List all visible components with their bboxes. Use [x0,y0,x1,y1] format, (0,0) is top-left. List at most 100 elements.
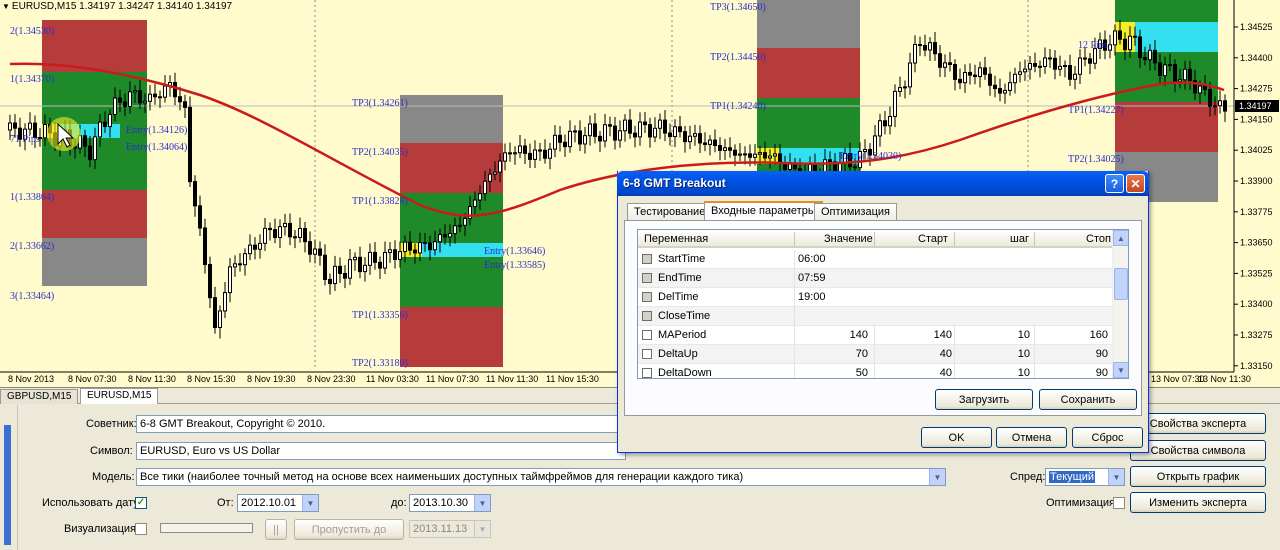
table-row[interactable]: DeltaUp 70 40 10 90 [638,345,1114,364]
col-stop[interactable]: Стоп [1086,233,1111,245]
row-stop[interactable]: 90 [1096,367,1108,378]
label-b1-71: 71 Pips [10,134,40,145]
table-row[interactable]: StartTime 06:00 [638,250,1114,269]
skip-date-field[interactable]: 2013.11.13 ▼ [409,520,491,538]
symbol-select[interactable]: EURUSD, Euro vs US Dollar [136,442,626,460]
optimization-checkbox[interactable] [1113,497,1125,509]
label-b2-tp1: TP1(1.33828) [352,196,408,207]
price-tick-label: 1.34525 [1240,22,1273,32]
row-optimize-checkbox[interactable] [642,254,652,264]
row-value[interactable]: 06:00 [798,253,826,265]
table-row[interactable]: CloseTime [638,307,1114,326]
to-date-field[interactable]: 2013.10.30 ▼ [409,494,491,512]
label-b2-tp3: TP3(1.34261) [352,98,408,109]
time-tick-label: 8 Nov 19:30 [247,374,296,384]
row-step[interactable]: 10 [1018,367,1030,378]
table-row[interactable]: MAPeriod 140 140 10 160 [638,326,1114,345]
price-tick-label: 1.34400 [1240,53,1273,63]
skip-date-dropdown-icon[interactable]: ▼ [474,521,490,537]
time-tick-label: 8 Nov 23:30 [307,374,356,384]
table-scrollbar[interactable]: ▲ ▼ [1112,230,1128,378]
spread-dropdown-icon[interactable]: ▼ [1108,469,1124,485]
tester-side-strip [0,405,18,550]
price-tick-label: 1.33775 [1240,207,1273,217]
row-value[interactable]: 140 [850,329,868,341]
reset-button[interactable]: Сброс [1072,427,1143,448]
close-icon[interactable]: ✕ [1126,174,1145,193]
save-button[interactable]: Сохранить [1039,389,1137,410]
time-tick-label: 13 Nov 11:30 [1198,374,1251,384]
skip-to-button[interactable]: Пропустить до [294,519,404,540]
time-tick-label: 8 Nov 2013 [8,374,54,384]
to-label: до: [391,497,407,509]
row-optimize-checkbox[interactable] [642,311,652,321]
tester-side-bar [4,425,11,545]
skip-date-value: 2013.11.13 [413,523,468,535]
row-stop[interactable]: 90 [1096,348,1108,360]
row-start[interactable]: 40 [940,367,952,378]
scroll-down-icon[interactable]: ▼ [1113,362,1128,378]
model-select[interactable]: Все тики (наиболее точный метод на основ… [136,468,946,486]
model-dropdown-icon[interactable]: ▼ [929,469,945,485]
to-date-dropdown-icon[interactable]: ▼ [474,495,490,511]
cancel-button[interactable]: Отмена [996,427,1067,448]
pause-button[interactable]: || [265,519,287,540]
dialog-titlebar[interactable]: 6-8 GMT Breakout ? ✕ [617,171,1149,196]
table-row[interactable]: DeltaDown 50 40 10 90 [638,364,1114,378]
help-icon[interactable]: ? [1105,174,1124,193]
row-value[interactable]: 50 [856,367,868,378]
price-tick-label: 1.33150 [1240,361,1273,371]
use-date-label: Использовать дату [42,497,139,509]
time-tick-label: 8 Nov 07:30 [68,374,117,384]
use-date-checkbox[interactable]: ✓ [135,497,147,509]
scroll-thumb[interactable] [1114,268,1128,300]
from-date-dropdown-icon[interactable]: ▼ [302,495,318,511]
spread-value: Текущий [1049,471,1095,483]
row-value[interactable]: 19:00 [798,291,826,303]
from-date-field[interactable]: 2012.10.01 ▼ [237,494,319,512]
row-optimize-checkbox[interactable] [642,292,652,302]
expert-properties-button[interactable]: Свойства эксперта [1130,413,1266,434]
table-row[interactable]: EndTime 07:59 [638,269,1114,288]
col-step[interactable]: шаг [1010,233,1029,245]
row-optimize-checkbox[interactable] [642,349,652,359]
row-stop[interactable]: 160 [1090,329,1108,341]
time-tick-label: 8 Nov 11:30 [128,374,176,384]
row-start[interactable]: 140 [934,329,952,341]
row-variable: EndTime [658,272,702,284]
visualization-checkbox[interactable] [135,523,147,535]
row-step[interactable]: 10 [1018,329,1030,341]
tab-testing[interactable]: Тестирование [627,203,713,220]
col-value[interactable]: Значение [824,233,873,245]
col-variable[interactable]: Переменная [644,233,708,245]
table-row[interactable]: DelTime 19:00 [638,288,1114,307]
advisor-select[interactable]: 6-8 GMT Breakout, Copyright © 2010. [136,415,626,433]
tab-gbpusd[interactable]: GBPUSD,M15 [0,389,79,404]
input-parameters-panel: Переменная Значение Старт шаг Стоп Start… [624,220,1142,416]
row-optimize-checkbox[interactable] [642,273,652,283]
spread-select[interactable]: Текущий ▼ [1045,468,1125,486]
open-chart-button[interactable]: Открыть график [1130,466,1266,487]
visualization-speed-slider[interactable] [160,523,253,533]
row-optimize-checkbox[interactable] [642,330,652,340]
label-b1-m3: 3(1.33464) [10,291,54,302]
tab-input-parameters[interactable]: Входные параметры [704,201,823,221]
col-start[interactable]: Старт [918,233,948,245]
scroll-up-icon[interactable]: ▲ [1113,230,1128,246]
row-value[interactable]: 07:59 [798,272,826,284]
price-tick-label: 1.33650 [1240,238,1273,248]
symbol-properties-button[interactable]: Свойства символа [1130,440,1266,461]
price-tick-label: 1.34025 [1240,145,1273,155]
row-value[interactable]: 70 [856,348,868,360]
row-step[interactable]: 10 [1018,348,1030,360]
row-start[interactable]: 40 [940,348,952,360]
tab-optimization[interactable]: Оптимизация [814,203,897,220]
load-button[interactable]: Загрузить [935,389,1033,410]
row-optimize-checkbox[interactable] [642,368,652,378]
label-b1-m2: 2(1.33662) [10,241,54,252]
modify-expert-button[interactable]: Изменить эксперта [1130,492,1266,513]
chart-menu-triangle-icon[interactable]: ▼ [2,2,10,11]
tab-eurusd[interactable]: EURUSD,M15 [80,388,159,404]
ok-button[interactable]: OK [921,427,992,448]
label-b2-tp2b: TP2(1.33180) [352,358,408,369]
